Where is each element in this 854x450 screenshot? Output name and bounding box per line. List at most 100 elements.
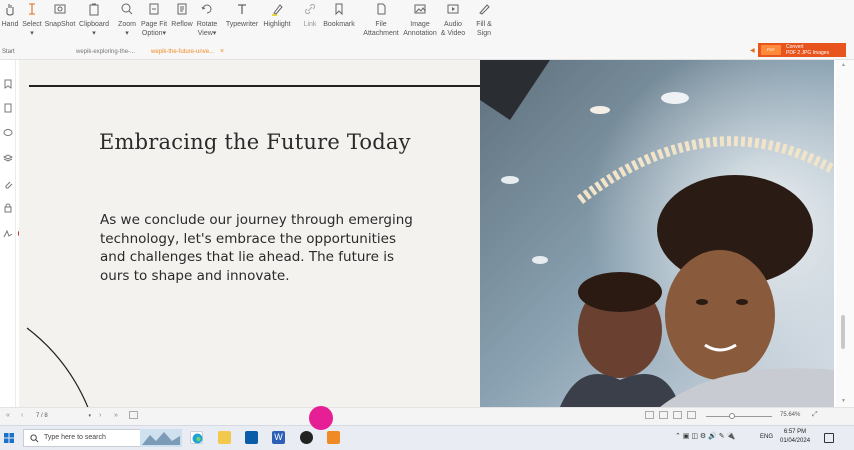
fill-sign-button[interactable]: Fill & Sign <box>472 0 496 38</box>
banner-line-2: PDF 2 JPG Images <box>786 50 830 56</box>
security-panel-icon[interactable] <box>3 200 13 213</box>
clipboard-button[interactable]: Clipboard ▾ <box>78 0 110 38</box>
ribbon-label: Link <box>303 21 317 28</box>
recorder-app-icon[interactable] <box>300 431 313 444</box>
single-page-view-icon[interactable] <box>645 411 654 419</box>
page-number-field[interactable]: 7 / 8 ▾ <box>34 411 92 421</box>
ribbon-label: Zoom <box>118 21 136 28</box>
prev-page-button[interactable]: ‹ <box>21 412 23 419</box>
word-app-icon[interactable]: W <box>272 431 285 444</box>
convert-promo-banner[interactable]: PDF Convert PDF 2 JPG Images <box>758 43 846 57</box>
rotate-view-button[interactable]: Rotate View▾ <box>196 0 218 38</box>
continuous-view-icon[interactable] <box>659 411 668 419</box>
edge-browser-icon[interactable] <box>190 431 203 444</box>
bookmark-button[interactable]: Bookmark <box>322 0 356 29</box>
scrollbar-thumb[interactable] <box>841 315 845 349</box>
ribbon-label: Select <box>22 21 42 28</box>
taskbar-clock[interactable]: 6:57 PM 01/04/2024 <box>780 428 810 446</box>
file-explorer-icon[interactable] <box>218 431 231 444</box>
tab-start[interactable]: Start <box>2 49 15 55</box>
search-icon <box>30 434 39 443</box>
highlight-icon <box>270 2 284 16</box>
banner-logo: PDF <box>761 45 781 55</box>
ribbon-sublabel: Attachment <box>363 30 399 37</box>
ribbon-label: Reflow <box>171 21 193 28</box>
ribbon-sublabel: ▾ <box>30 30 34 37</box>
fullscreen-icon[interactable]: ⤢ <box>812 411 818 419</box>
fill-sign-icon <box>477 2 491 16</box>
page-fit-icon <box>147 2 161 16</box>
file-attachment-button[interactable]: File Attachment <box>362 0 400 38</box>
page-view-icon[interactable] <box>129 411 138 419</box>
pages-panel-icon[interactable] <box>3 100 13 113</box>
next-page-button[interactable]: › <box>99 412 101 419</box>
search-highlight-image <box>140 429 182 447</box>
page-fit-option-button[interactable]: Page Fit Option▾ <box>140 0 168 38</box>
language-indicator[interactable]: ENG <box>760 434 773 440</box>
notification-icon[interactable] <box>824 433 834 443</box>
vertical-scrollbar[interactable]: ▲ ▼ <box>836 60 854 407</box>
first-page-button[interactable]: « <box>6 412 10 419</box>
zoom-button[interactable]: Zoom ▾ <box>117 0 137 38</box>
last-page-button[interactable]: » <box>114 412 118 419</box>
audio-video-button[interactable]: Audio & Video <box>440 0 466 38</box>
typewriter-icon <box>235 2 249 16</box>
layers-panel-icon[interactable] <box>2 150 14 162</box>
document-tab-bar: Start wepik-exploring-the-... wepik-the-… <box>0 44 854 60</box>
cover-view-icon[interactable] <box>687 411 696 419</box>
snapshot-button[interactable]: SnapShot <box>45 0 75 29</box>
audio-video-icon <box>446 2 460 16</box>
link-icon <box>303 2 317 16</box>
store-app-icon[interactable] <box>245 431 258 444</box>
ribbon-label: Audio <box>444 21 462 28</box>
signature-panel-icon[interactable] <box>3 226 13 238</box>
tab-document-1[interactable]: wepik-exploring-the-... <box>76 49 135 55</box>
clipboard-icon <box>87 2 101 16</box>
image-annotation-icon <box>413 2 427 16</box>
zoom-slider-track[interactable] <box>706 416 772 417</box>
scroll-up-icon[interactable]: ▲ <box>841 62 846 68</box>
zoom-icon <box>120 2 134 16</box>
pdf-reader-taskbar-icon[interactable] <box>327 431 340 444</box>
hand-icon <box>3 2 17 16</box>
file-attachment-icon <box>374 2 388 16</box>
rotate-icon <box>200 2 214 16</box>
decorative-curve <box>26 327 89 407</box>
ribbon-label: Bookmark <box>323 21 355 28</box>
image-annotation-button[interactable]: Image Annotation <box>401 0 439 38</box>
tab-document-2[interactable]: wepik-the-future-unve... <box>151 49 214 55</box>
scroll-down-icon[interactable]: ▼ <box>841 398 846 404</box>
ribbon-label: Clipboard <box>79 21 109 28</box>
system-tray-icons[interactable]: ⌃ ▣ ◫ ⚙ 🔊 ✎ 🔌 <box>675 432 735 440</box>
bookmark-panel-icon[interactable] <box>3 76 13 89</box>
ribbon-label: Highlight <box>263 21 291 28</box>
ribbon-sublabel: View▾ <box>197 30 217 37</box>
attachments-panel-icon[interactable] <box>3 176 13 189</box>
ribbon-sublabel: ▾ <box>92 30 96 37</box>
select-tool-button[interactable]: Select ▾ <box>22 0 42 38</box>
page-number-text: 7 / 8 <box>36 413 48 419</box>
windows-start-icon[interactable] <box>4 433 14 443</box>
reflow-button[interactable]: Reflow <box>170 0 194 29</box>
ribbon-sublabel: Annotation <box>403 30 437 37</box>
zoom-slider-handle[interactable] <box>729 413 735 419</box>
clock-time: 6:57 PM <box>783 429 807 435</box>
ribbon-label: Rotate <box>196 21 218 28</box>
slide-body-text: As we conclude our journey through emerg… <box>100 212 413 285</box>
facing-view-icon[interactable] <box>673 411 682 419</box>
comments-panel-icon[interactable] <box>3 125 13 136</box>
highlight-button[interactable]: Highlight <box>262 0 292 29</box>
link-button[interactable]: Link <box>300 0 320 29</box>
clock-date: 01/04/2024 <box>780 438 811 444</box>
tab-close-button[interactable]: × <box>220 48 224 55</box>
document-page: Embracing the Future Today As we conclud… <box>19 60 834 407</box>
hand-tool-button[interactable]: Hand <box>1 0 19 29</box>
taskbar-search-box[interactable]: Type here to search <box>23 429 153 447</box>
search-placeholder: Type here to search <box>44 434 106 441</box>
children-photo <box>480 60 834 407</box>
ribbon-toolbar: Hand Select ▾ SnapShot Clipboard ▾ Zoom … <box>0 0 854 44</box>
ribbon-sublabel: Sign <box>476 30 491 37</box>
reflow-icon <box>175 2 189 16</box>
typewriter-button[interactable]: Typewriter <box>226 0 258 29</box>
zoom-level[interactable]: 75.64% <box>780 412 800 418</box>
